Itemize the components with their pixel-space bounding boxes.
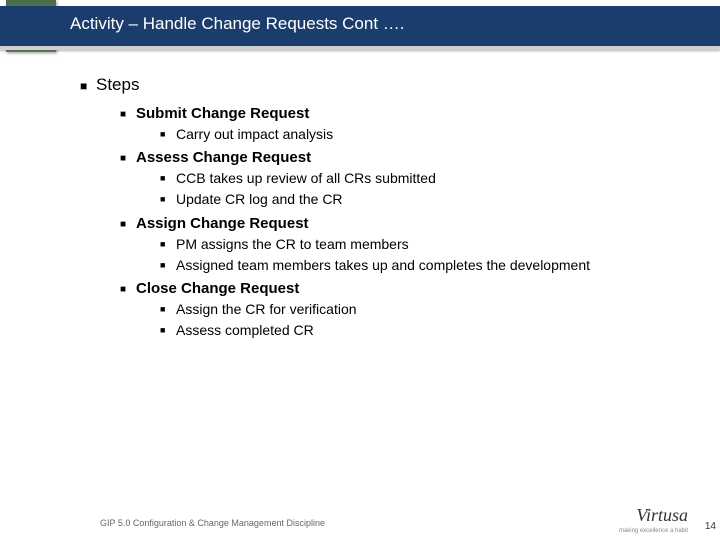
step-sub-item: ■ PM assigns the CR to team members [160,235,680,253]
square-bullet-icon: ■ [120,153,128,164]
square-bullet-icon: ■ [120,284,128,295]
square-bullet-icon: ■ [160,304,168,316]
step-sub-item: ■ Assess completed CR [160,321,680,339]
step-sub-text: PM assigns the CR to team members [176,235,409,253]
step-sub-item: ■ Assigned team members takes up and com… [160,256,680,274]
slide-title: Activity – Handle Change Requests Cont …… [70,14,405,34]
square-bullet-icon: ■ [120,219,128,230]
square-bullet-icon: ■ [160,194,168,206]
step-title: Assign Change Request [136,215,309,232]
step-title: Assess Change Request [136,149,311,166]
step-sub-text: Carry out impact analysis [176,125,333,143]
square-bullet-icon: ■ [160,260,168,272]
square-bullet-icon: ■ [160,129,168,141]
step-title: Submit Change Request [136,105,309,122]
step-sub-text: Assign the CR for verification [176,300,357,318]
step-sub-text: Update CR log and the CR [176,190,343,208]
square-bullet-icon: ■ [160,325,168,337]
square-bullet-icon: ■ [80,79,88,93]
step-sub-text: Assess completed CR [176,321,314,339]
step-sub-item: ■ Update CR log and the CR [160,190,680,208]
brand-logo: Virtusa [636,505,688,526]
step-title: Close Change Request [136,280,299,297]
step-sub-item: ■ Assign the CR for verification [160,300,680,318]
step-sub-item: ■ CCB takes up review of all CRs submitt… [160,169,680,187]
steps-heading: ■ Steps [80,75,680,95]
square-bullet-icon: ■ [120,109,128,120]
step-item: ■ Close Change Request [120,280,680,297]
step-item: ■ Submit Change Request [120,105,680,122]
step-sub-item: ■ Carry out impact analysis [160,125,680,143]
footer-text: GIP 5.0 Configuration & Change Managemen… [100,518,325,528]
step-sub-text: Assigned team members takes up and compl… [176,256,590,274]
steps-label: Steps [96,75,139,95]
square-bullet-icon: ■ [160,239,168,251]
step-sub-text: CCB takes up review of all CRs submitted [176,169,436,187]
brand-tagline: making excellence a habit [619,528,688,534]
title-underline [0,46,720,50]
page-number: 14 [705,521,716,532]
step-item: ■ Assign Change Request [120,215,680,232]
content-area: ■ Steps ■ Submit Change Request ■ Carry … [80,75,680,339]
step-item: ■ Assess Change Request [120,149,680,166]
square-bullet-icon: ■ [160,173,168,185]
